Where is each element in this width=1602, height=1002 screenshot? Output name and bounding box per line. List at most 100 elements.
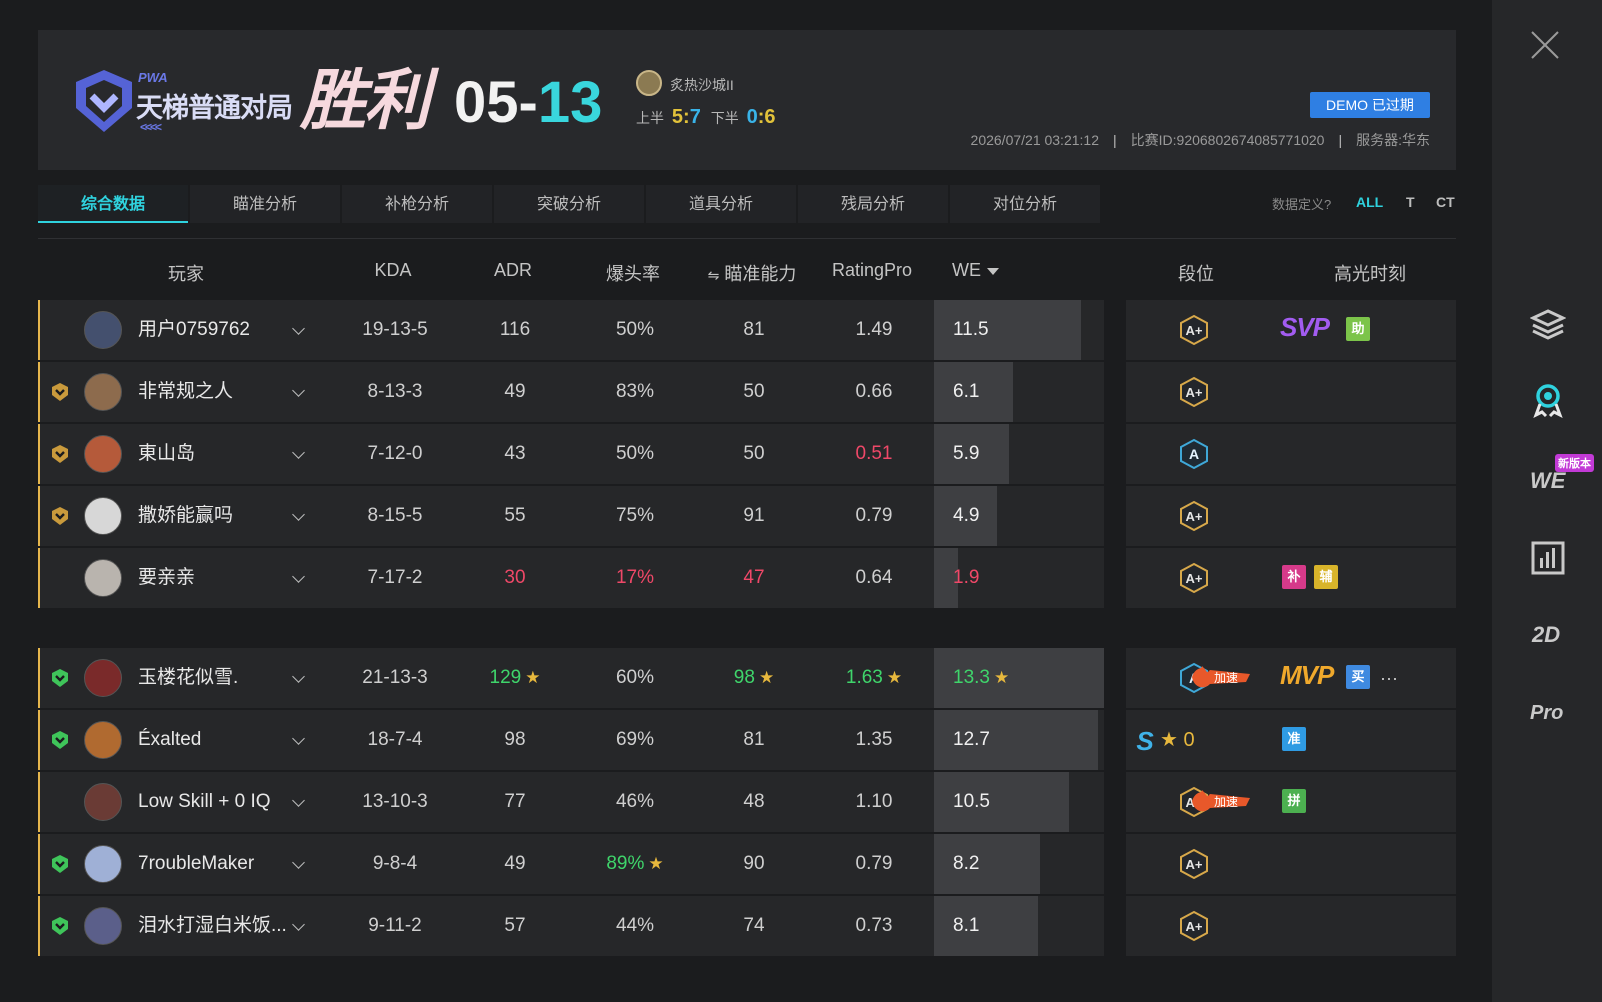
player-name[interactable]: 7roubleMaker — [138, 834, 254, 894]
chevron-down-icon[interactable] — [292, 570, 305, 583]
player-name[interactable]: Low Skill + 0 IQ — [138, 772, 271, 832]
avatar[interactable] — [84, 435, 122, 473]
kda-value: 8-15-5 — [367, 505, 423, 526]
player-row[interactable]: 非常规之人 8-13-3 49 83% 50 0.66 6.1 A+ — [38, 362, 1456, 422]
player-name[interactable]: 非常规之人 — [138, 362, 233, 422]
aim-value: 91 — [743, 505, 765, 526]
close-icon[interactable] — [1528, 28, 1562, 62]
rating-value: 1.49 — [855, 319, 893, 340]
team-badge-green-icon — [52, 917, 68, 935]
avatar[interactable] — [84, 497, 122, 535]
col-player: 玩家 — [168, 264, 204, 284]
avatar[interactable] — [84, 721, 122, 759]
headshot-rate-value: 46% — [615, 791, 655, 812]
tab-entry[interactable]: 突破分析 — [494, 185, 644, 223]
player-row[interactable]: 用户0759762 19-13-5 116 50% 81 1.49 11.5 A… — [38, 300, 1456, 360]
filter-ct[interactable]: CT — [1436, 194, 1455, 210]
chevron-down-icon[interactable] — [292, 918, 305, 931]
filter-all[interactable]: ALL — [1356, 194, 1383, 210]
column-gap — [1104, 648, 1126, 708]
headshot-rate-value: 83% — [615, 381, 655, 402]
rank-a-plus-icon: A+ — [1180, 500, 1208, 532]
stats-chart-icon[interactable] — [1530, 540, 1566, 576]
player-row[interactable]: Low Skill + 0 IQ 13-10-3 77 46% 48 1.10 … — [38, 772, 1456, 832]
server-region: 服务器:华东 — [1356, 132, 1430, 148]
avatar[interactable] — [84, 311, 122, 349]
avatar[interactable] — [84, 845, 122, 883]
player-name[interactable]: 撒娇能赢吗 — [138, 486, 233, 546]
col-we[interactable]: WE — [952, 260, 999, 281]
aim-value: 50 — [743, 381, 765, 402]
chevron-down-icon[interactable] — [292, 322, 305, 335]
half-scores: 上半 5:7 下半 0:6 — [636, 106, 782, 129]
demo-expired-button[interactable]: DEMO 已过期 — [1310, 92, 1430, 118]
player-row[interactable]: 撒娇能赢吗 8-15-5 55 75% 91 0.79 4.9 A+ — [38, 486, 1456, 546]
player-name[interactable]: 要亲亲 — [138, 548, 195, 608]
match-score: 05-13 — [454, 70, 602, 136]
player-name[interactable]: 泪水打湿白米饭... — [138, 896, 287, 956]
avatar[interactable] — [84, 783, 122, 821]
tab-trade[interactable]: 补枪分析 — [342, 185, 492, 223]
match-panel: PWA 天梯普通对局 <<<< 胜利 05-13 炙热沙城II 上半 5:7 下… — [0, 0, 1492, 1002]
aim-value: 90 — [743, 853, 765, 874]
divider — [38, 238, 1456, 239]
col-aim[interactable]: ⇋ 瞄准能力 — [708, 260, 797, 286]
we-mode-button[interactable]: WE — [1530, 468, 1565, 494]
tab-aim[interactable]: 瞄准分析 — [190, 185, 340, 223]
adr-value: 49 — [504, 853, 526, 874]
chevron-down-icon[interactable] — [292, 794, 305, 807]
player-row[interactable]: Éxalted 18-7-4 98 69% 81 1.35 12.7 S ★ 0 准 — [38, 710, 1456, 770]
highlight-svp: SVP — [1280, 312, 1330, 342]
chevron-down-icon[interactable] — [292, 446, 305, 459]
player-row[interactable]: 玉楼花似雪. 21-13-3 129 ★ 60% 98 ★ 1.63 ★ 13.3 ★ … — [38, 648, 1456, 708]
player-name[interactable]: Éxalted — [138, 710, 201, 770]
tab-utility[interactable]: 道具分析 — [646, 185, 796, 223]
more-icon[interactable]: ··· — [1380, 648, 1398, 708]
adr-value: 30 — [504, 567, 526, 588]
col-adr[interactable]: ADR — [494, 260, 532, 281]
column-gap — [1104, 710, 1126, 770]
rank-a-plus-icon: A+ — [1180, 910, 1208, 942]
filter-t[interactable]: T — [1406, 194, 1415, 210]
chevron-down-icon[interactable] — [292, 670, 305, 683]
avatar[interactable] — [84, 907, 122, 945]
col-rating[interactable]: RatingPro — [832, 260, 912, 281]
team-badge-green-icon — [52, 669, 68, 687]
data-definition-link[interactable]: 数据定义? — [1272, 194, 1331, 213]
column-gap — [1104, 300, 1126, 360]
col-kda[interactable]: KDA — [374, 260, 411, 281]
aim-value: 98 ★ — [733, 667, 775, 688]
avatar[interactable] — [84, 373, 122, 411]
score-right: 13 — [537, 70, 603, 135]
player-row[interactable]: 要亲亲 7-17-2 30 17% 47 0.64 1.9 A+ 补辅 — [38, 548, 1456, 608]
column-gap — [1104, 834, 1126, 894]
headshot-rate-value: 89% ★ — [606, 853, 664, 874]
svg-text:加速: 加速 — [1214, 795, 1238, 809]
avatar[interactable] — [84, 659, 122, 697]
player-name[interactable]: 東山岛 — [138, 424, 195, 484]
pro-button[interactable]: Pro — [1530, 702, 1563, 725]
layers-icon[interactable] — [1530, 306, 1566, 342]
chevron-down-icon[interactable] — [292, 384, 305, 397]
chevron-down-icon[interactable] — [292, 856, 305, 869]
player-row[interactable]: 7roubleMaker 9-8-4 49 89% ★ 90 0.79 8.2 A… — [38, 834, 1456, 894]
player-row[interactable]: 泪水打湿白米饭... 9-11-2 57 44% 74 0.73 8.1 A+ — [38, 896, 1456, 956]
player-name[interactable]: 玉楼花似雪. — [138, 648, 238, 708]
star-icon: ★ — [648, 854, 664, 873]
avatar[interactable] — [84, 559, 122, 597]
rating-value: 1.63 ★ — [845, 667, 903, 688]
tab-duel[interactable]: 对位分析 — [950, 185, 1100, 223]
rank-a-plus-icon: A+ — [1180, 376, 1208, 408]
player-name[interactable]: 用户0759762 — [138, 300, 250, 360]
col-hs[interactable]: 爆头率 — [606, 260, 660, 286]
award-icon[interactable] — [1530, 382, 1566, 418]
tab-clutch[interactable]: 残局分析 — [798, 185, 948, 223]
player-row[interactable]: 東山岛 7-12-0 43 50% 50 0.51 5.9 A — [38, 424, 1456, 484]
we-bar — [934, 896, 1038, 956]
chevron-down-icon[interactable] — [292, 508, 305, 521]
2d-replay-button[interactable]: 2D — [1532, 622, 1560, 648]
col-highlight: 高光时刻 — [1334, 264, 1406, 284]
tab-overview[interactable]: 综合数据 — [38, 185, 188, 223]
rank-a-icon: A — [1180, 438, 1208, 470]
chevron-down-icon[interactable] — [292, 732, 305, 745]
